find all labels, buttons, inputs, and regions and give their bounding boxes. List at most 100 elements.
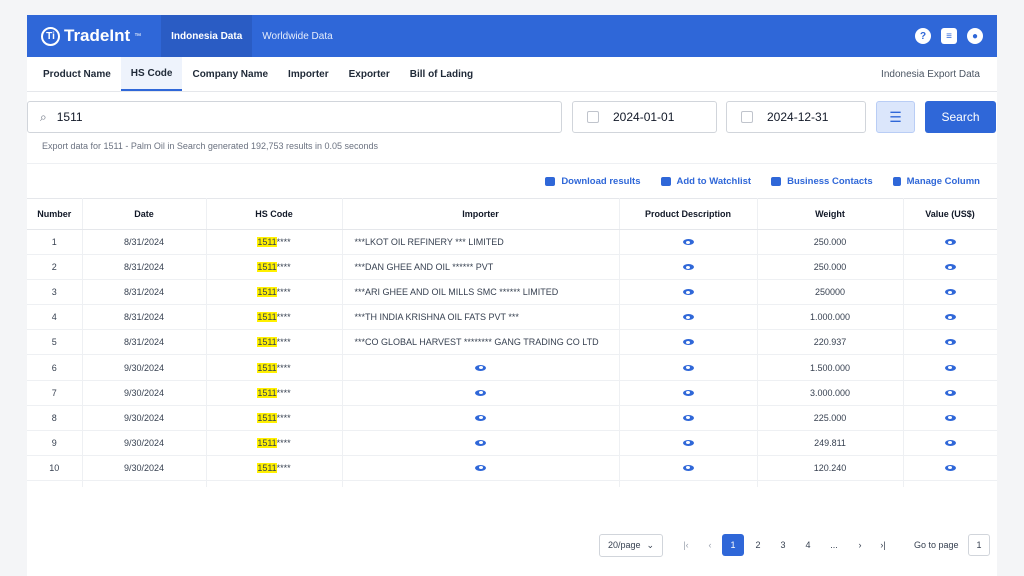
- business-contacts-button[interactable]: Business Contacts: [771, 176, 873, 187]
- logo-mark-icon: Ti: [41, 26, 60, 46]
- date-to-field[interactable]: 2024-12-31: [726, 101, 866, 133]
- cell-value: [903, 329, 997, 356]
- user-icon[interactable]: ●: [967, 28, 983, 44]
- page-ellipsis[interactable]: ...: [823, 534, 845, 556]
- download-results-button[interactable]: Download results: [545, 176, 641, 187]
- cell-importer: ***ARI GHEE AND OIL MILLS SMC ****** LIM…: [342, 279, 620, 306]
- search-button[interactable]: Search: [925, 101, 996, 133]
- goto-page-input[interactable]: 1: [968, 534, 990, 556]
- table-row[interactable]: 3 8/31/2024 1511**** ***ARI GHEE AND OIL MI…: [27, 279, 997, 306]
- filter-settings-button[interactable]: ☰: [876, 101, 915, 133]
- view-value-eye-icon[interactable]: [944, 464, 956, 471]
- first-page-button[interactable]: |‹: [675, 534, 697, 556]
- tab-product-name[interactable]: Product Name: [33, 57, 121, 91]
- prev-page-button[interactable]: ‹: [699, 534, 721, 556]
- sliders-icon: ☰: [889, 108, 902, 125]
- table-row[interactable]: 2 8/31/2024 1511**** ***DAN GHEE AND OIL **…: [27, 254, 997, 281]
- table-row[interactable]: 8 9/30/2024 1511**** 225.000: [27, 405, 997, 431]
- last-page-button[interactable]: ›|: [872, 534, 894, 556]
- cell-product-description: [619, 229, 758, 256]
- manage-column-button[interactable]: Manage Column: [892, 176, 980, 187]
- cell-number: 2: [27, 254, 83, 281]
- chat-icon[interactable]: ≡: [941, 28, 957, 44]
- cell-weight: 225.000: [757, 405, 904, 431]
- view-description-eye-icon[interactable]: [682, 464, 694, 471]
- per-page-select[interactable]: 20/page ⌄: [599, 533, 663, 557]
- view-description-eye-icon[interactable]: [682, 389, 694, 396]
- hs-code-highlight: 1511: [257, 462, 277, 473]
- table-row[interactable]: 4 8/31/2024 1511**** ***TH INDIA KRISHNA OI…: [27, 304, 997, 331]
- page-2[interactable]: 2: [747, 534, 769, 556]
- col-value[interactable]: Value (US$): [903, 198, 997, 230]
- top-navbar: Ti TradeInt ™ Indonesia Data Worldwide Da…: [27, 15, 997, 57]
- view-description-eye-icon[interactable]: [682, 414, 694, 421]
- view-value-eye-icon[interactable]: [944, 389, 956, 396]
- page-1[interactable]: 1: [722, 534, 744, 556]
- table-row[interactable]: 1 8/31/2024 1511**** ***LKOT OIL REFINERY *…: [27, 229, 997, 256]
- results-table-container[interactable]: Number Date HS Code Importer Product Des…: [27, 198, 997, 487]
- col-date[interactable]: Date: [82, 198, 207, 230]
- view-value-eye-icon[interactable]: [944, 364, 956, 371]
- view-description-eye-icon[interactable]: [682, 339, 694, 346]
- cell-value: [903, 254, 997, 281]
- cell-importer: [342, 405, 620, 431]
- cell-date: 8/31/2024: [82, 329, 207, 356]
- app-frame: Ti TradeInt ™ Indonesia Data Worldwide Da…: [27, 15, 997, 576]
- view-value-eye-icon[interactable]: [944, 339, 956, 346]
- col-importer[interactable]: Importer: [342, 198, 620, 230]
- brand-logo[interactable]: Ti TradeInt ™: [41, 26, 141, 46]
- contact-card-icon: [771, 176, 782, 186]
- page-4[interactable]: 4: [797, 534, 819, 556]
- table-row[interactable]: 119/30/20241511**** 300.000: [27, 480, 997, 487]
- add-to-watchlist-button[interactable]: Add to Watchlist: [660, 176, 751, 187]
- nav-tab-worldwide-data[interactable]: Worldwide Data: [252, 15, 342, 57]
- view-importer-eye-icon[interactable]: [475, 464, 486, 471]
- col-weight[interactable]: Weight: [757, 198, 904, 230]
- table-row[interactable]: 10 9/30/2024 1511**** 120.240: [27, 455, 997, 481]
- col-hs-code[interactable]: HS Code: [206, 198, 343, 230]
- cell-number: 1: [27, 229, 83, 256]
- help-icon[interactable]: ?: [915, 28, 931, 44]
- table-row[interactable]: 9 9/30/2024 1511**** 249.811: [27, 430, 997, 456]
- table-row[interactable]: 6 9/30/2024 1511**** 1.500.000: [27, 354, 997, 381]
- tab-company-name[interactable]: Company Name: [182, 57, 278, 91]
- cell-product-description: [619, 380, 758, 406]
- view-description-eye-icon[interactable]: [682, 364, 694, 371]
- view-value-eye-icon[interactable]: [944, 289, 956, 296]
- cell-number: 9: [27, 430, 83, 456]
- view-importer-eye-icon[interactable]: [475, 364, 486, 371]
- cell-date: 8/31/2024: [82, 304, 207, 331]
- view-value-eye-icon[interactable]: [944, 414, 956, 421]
- view-description-eye-icon[interactable]: [682, 239, 694, 246]
- view-value-eye-icon[interactable]: [944, 239, 956, 246]
- view-value-eye-icon[interactable]: [944, 439, 956, 446]
- view-description-eye-icon[interactable]: [682, 289, 694, 296]
- view-importer-eye-icon[interactable]: [475, 414, 486, 421]
- view-value-eye-icon[interactable]: [944, 264, 956, 271]
- table-row[interactable]: 7 9/30/2024 1511**** 3.000.000: [27, 380, 997, 406]
- cell-value: [903, 354, 997, 381]
- col-number[interactable]: Number: [27, 198, 83, 230]
- page-3[interactable]: 3: [772, 534, 794, 556]
- tab-importer[interactable]: Importer: [278, 57, 339, 91]
- cell-value: [903, 229, 997, 256]
- tab-bill-of-lading[interactable]: Bill of Lading: [400, 57, 483, 91]
- view-importer-eye-icon[interactable]: [475, 439, 486, 446]
- next-page-button[interactable]: ›: [849, 534, 871, 556]
- cell-weight: 220.937: [757, 329, 904, 356]
- view-description-eye-icon[interactable]: [682, 264, 694, 271]
- search-input[interactable]: ⌕ 1511: [27, 101, 562, 133]
- tab-hs-code[interactable]: HS Code: [120, 57, 183, 91]
- tab-exporter[interactable]: Exporter: [339, 57, 400, 91]
- nav-tab-indonesia-data[interactable]: Indonesia Data: [161, 15, 253, 57]
- cell-hs-code: 1511****: [206, 254, 343, 281]
- view-value-eye-icon[interactable]: [944, 314, 956, 321]
- cell-product-description: [619, 430, 758, 456]
- date-from-field[interactable]: 2024-01-01: [572, 101, 717, 133]
- cell-importer: [342, 430, 620, 456]
- table-row[interactable]: 5 8/31/2024 1511**** ***CO GLOBAL HARVEST *…: [27, 329, 997, 356]
- col-product-description[interactable]: Product Description: [619, 198, 758, 230]
- view-importer-eye-icon[interactable]: [475, 389, 486, 396]
- view-description-eye-icon[interactable]: [682, 439, 694, 446]
- view-description-eye-icon[interactable]: [682, 314, 694, 321]
